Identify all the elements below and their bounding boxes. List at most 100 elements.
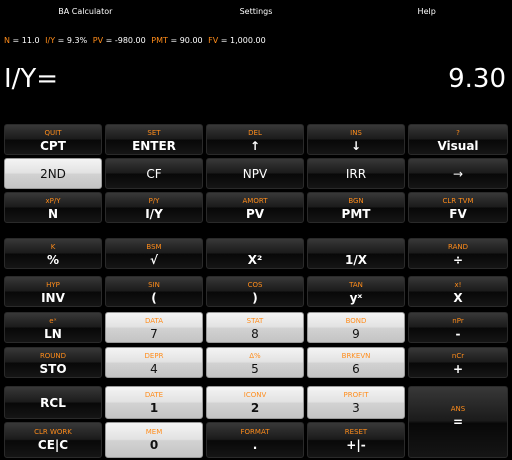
display-label: I/Y=	[4, 64, 59, 94]
plus-key-label: +	[452, 362, 464, 376]
digit-6-key-label: 6	[352, 362, 360, 376]
square-key-label: X²	[247, 253, 263, 267]
npv-key[interactable]: NPV	[206, 158, 304, 189]
status-pv-value: -980.00	[114, 36, 146, 45]
right-arrow-key[interactable]: →	[408, 158, 508, 189]
divide-key[interactable]: RAND ÷	[408, 238, 508, 269]
pv-key-label: PV	[245, 207, 265, 221]
digit-4-key-label: 4	[150, 362, 158, 376]
up-arrow-key[interactable]: DEL ↑	[206, 124, 304, 155]
pv-key[interactable]: AMORT PV	[206, 192, 304, 223]
menu-help[interactable]: Help	[341, 0, 512, 26]
decimal-key-secondary: FORMAT	[240, 428, 270, 436]
digit-5-key[interactable]: Δ% 5	[206, 347, 304, 378]
percent-key-secondary: K	[50, 243, 56, 251]
square-key[interactable]: X²	[206, 238, 304, 269]
status-pv-label: PV	[92, 36, 104, 45]
minus-key[interactable]: nPr -	[408, 312, 508, 343]
percent-key[interactable]: K %	[4, 238, 102, 269]
digit-8-key-secondary: STAT	[246, 317, 264, 325]
percent-key-label: %	[46, 253, 60, 267]
n-key[interactable]: xP/Y N	[4, 192, 102, 223]
down-arrow-key[interactable]: INS ↓	[307, 124, 405, 155]
digit-8-key[interactable]: STAT 8	[206, 312, 304, 343]
fv-key[interactable]: CLR TVM FV	[408, 192, 508, 223]
digit-7-key[interactable]: DATA 7	[105, 312, 203, 343]
cpt-key-secondary: QUIT	[44, 129, 62, 137]
digit-9-key[interactable]: BOND 9	[307, 312, 405, 343]
digit-0-key-label: 0	[149, 438, 159, 452]
menu-ba-calculator[interactable]: BA Calculator	[0, 0, 171, 26]
digit-0-key[interactable]: MEM 0	[105, 422, 203, 458]
visual-key-label: Visual	[437, 139, 479, 153]
down-arrow-key-secondary: INS	[350, 129, 362, 137]
digit-6-key[interactable]: BRKEVN 6	[307, 347, 405, 378]
status-iy-value: 9.3%	[66, 36, 88, 45]
cf-key-label: CF	[146, 166, 162, 181]
digit-3-key-label: 3	[352, 401, 360, 415]
sqrt-key-label: √	[149, 253, 158, 267]
fv-key-label: FV	[449, 207, 467, 221]
right-paren-key-label: )	[252, 291, 258, 305]
digit-2-key[interactable]: ICONV 2	[206, 386, 304, 419]
iy-key[interactable]: P/Y I/Y	[105, 192, 203, 223]
inv-key-secondary: HYP	[46, 281, 60, 289]
status-pmt-value: 90.00	[179, 36, 203, 45]
menu-settings[interactable]: Settings	[171, 0, 342, 26]
ln-key-secondary: eˣ	[49, 317, 57, 325]
cpt-key[interactable]: QUIT CPT	[4, 124, 102, 155]
digit-4-key[interactable]: DEPR 4	[105, 347, 203, 378]
equals-key-secondary: ANS	[450, 405, 466, 413]
left-paren-key[interactable]: SIN (	[105, 276, 203, 307]
digit-3-key[interactable]: PROFIT 3	[307, 386, 405, 419]
inv-key[interactable]: HYP INV	[4, 276, 102, 307]
power-key-secondary: TAN	[349, 281, 363, 289]
digit-2-key-secondary: ICONV	[243, 391, 267, 399]
second-function-key-label: 2ND	[40, 166, 66, 181]
pmt-key[interactable]: BGN PMT	[307, 192, 405, 223]
n-key-label: N	[47, 207, 59, 221]
divide-key-secondary: RAND	[448, 243, 468, 251]
digit-7-key-secondary: DATA	[144, 317, 164, 325]
right-paren-key[interactable]: COS )	[206, 276, 304, 307]
status-n-value: 11.0	[21, 36, 40, 45]
sign-key[interactable]: RESET +|-	[307, 422, 405, 458]
sqrt-key[interactable]: BSM √	[105, 238, 203, 269]
down-arrow-icon: ↓	[350, 139, 362, 153]
digit-1-key[interactable]: DATE 1	[105, 386, 203, 419]
power-key[interactable]: TAN yˣ	[307, 276, 405, 307]
ln-key-label: LN	[44, 327, 62, 341]
plus-key[interactable]: nCr +	[408, 347, 508, 378]
enter-key-label: ENTER	[132, 139, 176, 153]
left-paren-key-secondary: SIN	[148, 281, 160, 289]
visual-key[interactable]: ? Visual	[408, 124, 508, 155]
fv-key-secondary: CLR TVM	[442, 197, 474, 205]
sign-key-label: +|-	[346, 438, 366, 452]
clear-key-label: CE|C	[37, 438, 69, 452]
sign-key-secondary: RESET	[344, 428, 368, 436]
equals-key[interactable]: ANS =	[408, 386, 508, 458]
digit-9-key-secondary: BOND	[345, 317, 367, 325]
digit-6-key-secondary: BRKEVN	[341, 352, 371, 360]
irr-key[interactable]: IRR	[307, 158, 405, 189]
clear-key[interactable]: CLR WORK CE|C	[4, 422, 102, 458]
reciprocal-key[interactable]: 1/X	[307, 238, 405, 269]
npv-key-label: NPV	[242, 166, 268, 181]
enter-key[interactable]: SET ENTER	[105, 124, 203, 155]
decimal-key[interactable]: FORMAT .	[206, 422, 304, 458]
digit-0-key-secondary: MEM	[145, 428, 163, 436]
display-value: 9.30	[448, 64, 506, 94]
power-key-label: yˣ	[349, 291, 363, 305]
cf-key[interactable]: CF	[105, 158, 203, 189]
sto-key-label: STO	[39, 362, 67, 376]
ln-key[interactable]: eˣ LN	[4, 312, 102, 343]
sto-key[interactable]: ROUND STO	[4, 347, 102, 378]
sqrt-key-secondary: BSM	[146, 243, 162, 251]
rcl-key[interactable]: RCL	[4, 386, 102, 419]
status-fv-label: FV	[208, 36, 219, 45]
second-function-key[interactable]: 2ND	[4, 158, 102, 189]
visual-key-secondary: ?	[456, 129, 460, 137]
cpt-key-label: CPT	[40, 139, 66, 153]
right-paren-key-secondary: COS	[247, 281, 263, 289]
multiply-key[interactable]: x! X	[408, 276, 508, 307]
